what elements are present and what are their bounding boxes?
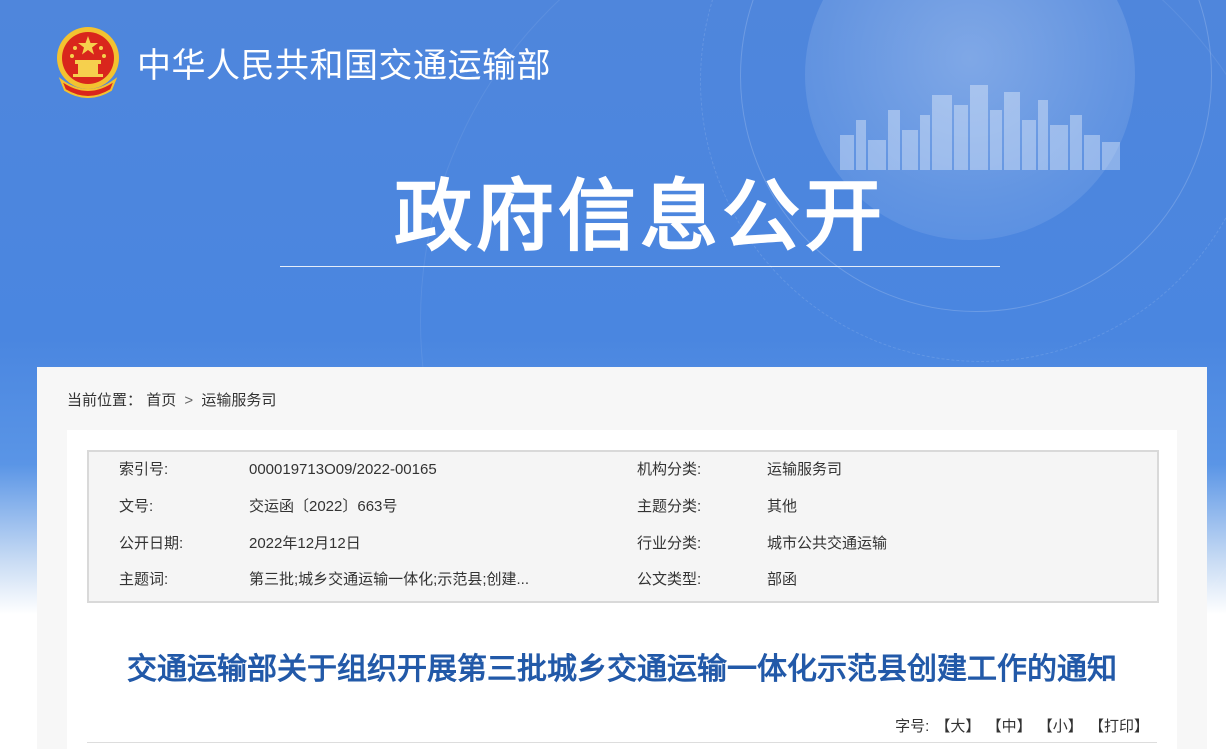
metadata-key: 公开日期: [119,535,184,552]
print-button[interactable]: 【打印】 [1089,718,1149,735]
metadata-row: 主题词: 第三批;城乡交通运输一体化;示范县;创建... 公文类型: 部函 [89,562,1157,598]
metadata-key: 机构分类: [637,461,702,478]
article-title: 交通运输部关于组织开展第三批城乡交通运输一体化示范县创建工作的通知 [127,653,1117,686]
metadata-value: 其他 [767,498,798,515]
breadcrumb-department-link[interactable]: 运输服务司 [201,392,276,409]
breadcrumb-home-link[interactable]: 首页 [146,392,176,409]
metadata-row: 公开日期: 2022年12月12日 行业分类: 城市公共交通运输 [89,526,1157,562]
metadata-value: 000019713O09/2022-00165 [249,461,437,478]
font-size-small-button[interactable]: 【小】 [1038,718,1083,735]
metadata-value: 城市公共交通运输 [767,535,888,552]
font-size-medium-button[interactable]: 【中】 [987,718,1032,735]
breadcrumb-label: 当前位置： [67,392,143,409]
metadata-key: 主题分类: [637,498,702,515]
metadata-row: 文号: 交运函〔2022〕663号 主题分类: 其他 [89,489,1157,525]
metadata-value: 运输服务司 [767,461,843,478]
metadata-value: 部函 [767,571,798,588]
article-panel: 索引号: 000019713O09/2022-00165 机构分类: 运输服务司… [67,430,1177,749]
metadata-row: 索引号: 000019713O09/2022-00165 机构分类: 运输服务司 [89,452,1157,488]
metadata-key: 主题词: [119,571,169,588]
metadata-key: 索引号: [119,461,169,478]
page-heading: 政府信息公开 [393,172,886,260]
metadata-value: 交运函〔2022〕663号 [249,498,398,515]
breadcrumb-separator: > [184,392,194,409]
font-size-toolbar: 字号: 【大】 【中】 【小】 【打印】 [893,715,1149,736]
heading-divider [280,266,1000,267]
divider [87,742,1157,743]
metadata-key: 文号: [119,498,154,515]
font-size-large-button[interactable]: 【大】 [935,718,980,735]
metadata-value: 第三批;城乡交通运输一体化;示范县;创建... [249,571,530,588]
site-name[interactable]: 中华人民共和国交通运输部 [137,38,551,87]
font-size-label: 字号: [895,718,930,735]
document-metadata-table: 索引号: 000019713O09/2022-00165 机构分类: 运输服务司… [87,450,1159,603]
content-card: 当前位置： 首页 > 运输服务司 索引号: 000019713O09/2022-… [37,367,1207,749]
metadata-key: 公文类型: [637,571,702,588]
city-skyline-graphic [840,85,1120,170]
metadata-key: 行业分类: [637,535,702,552]
national-emblem-icon [57,27,119,98]
breadcrumb: 当前位置： 首页 > 运输服务司 [67,389,276,410]
metadata-value: 2022年12月12日 [249,535,361,552]
